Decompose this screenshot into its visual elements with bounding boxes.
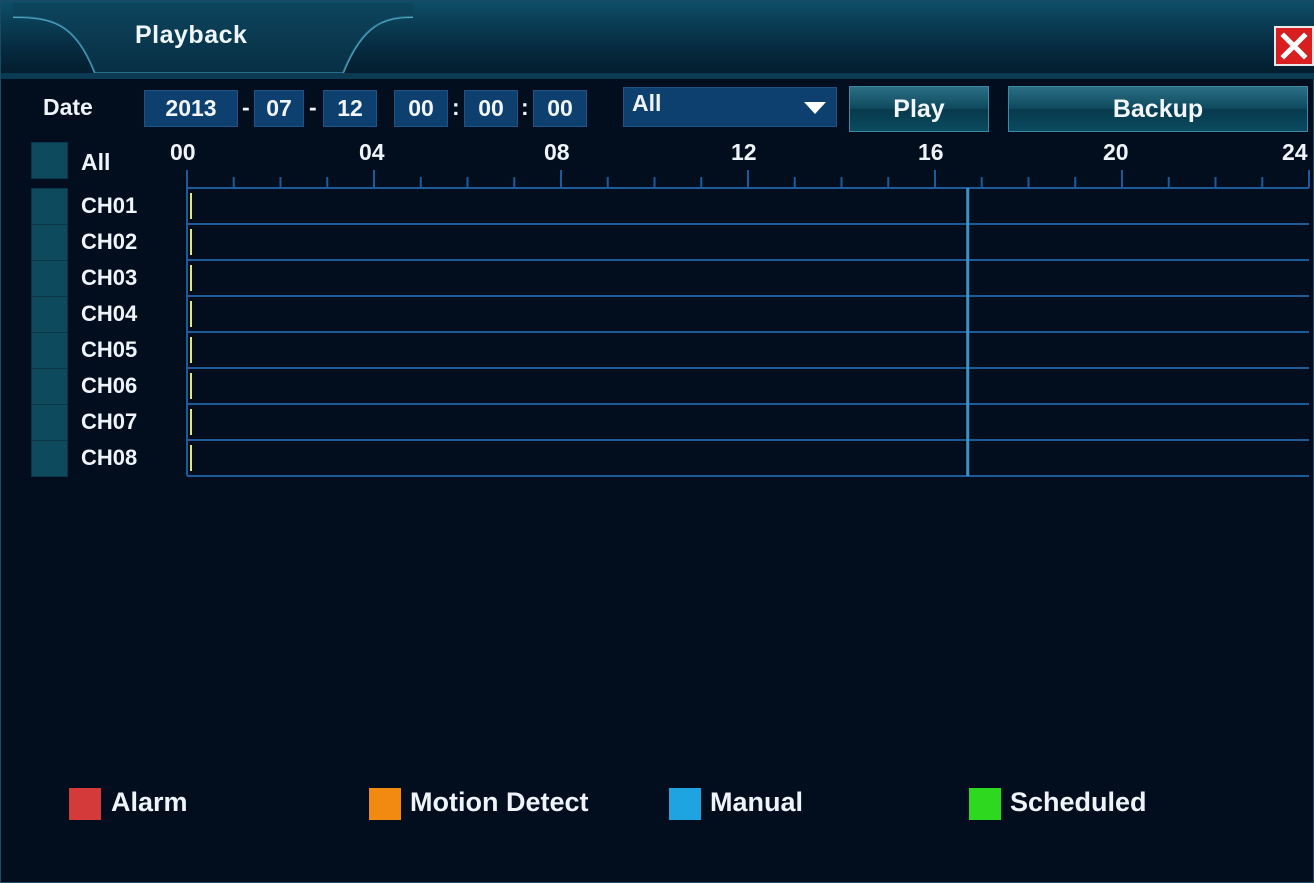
channel-label: CH05 <box>81 337 138 362</box>
channel-checkbox-ch07[interactable] <box>31 404 68 441</box>
record-type-value: All <box>632 90 662 116</box>
legend-label-motion: Motion Detect <box>410 787 589 817</box>
second-field[interactable]: 00 <box>533 90 587 127</box>
channel-checkbox-ch02[interactable] <box>31 224 68 261</box>
caret-down-icon <box>804 102 826 114</box>
channel-checkbox-ch05[interactable] <box>31 332 68 369</box>
channel-label: CH06 <box>81 373 138 398</box>
channel-label: CH02 <box>81 229 138 254</box>
title-divider <box>1 73 1314 79</box>
time-separator: : <box>521 94 529 120</box>
legend-swatch-manual <box>669 788 701 820</box>
legend-swatch-motion <box>369 788 401 820</box>
date-label: Date <box>43 94 93 120</box>
channel-checkbox-ch08[interactable] <box>31 440 68 477</box>
time-separator: : <box>452 94 460 120</box>
timeline-grid[interactable] <box>1 161 1314 486</box>
backup-button[interactable]: Backup <box>1008 86 1308 132</box>
legend-label-alarm: Alarm <box>111 787 188 817</box>
channel-checkbox-ch06[interactable] <box>31 368 68 405</box>
close-icon <box>1280 32 1308 60</box>
legend-label-scheduled: Scheduled <box>1010 787 1147 817</box>
month-field[interactable]: 07 <box>254 90 304 127</box>
close-button[interactable] <box>1274 26 1314 66</box>
window-title: Playback <box>135 21 248 49</box>
minute-field[interactable]: 00 <box>464 90 518 127</box>
channel-label: CH03 <box>81 265 138 290</box>
legend-swatch-alarm <box>69 788 101 820</box>
legend-swatch-scheduled <box>969 788 1001 820</box>
channel-checkbox-ch04[interactable] <box>31 296 68 333</box>
day-field[interactable]: 12 <box>323 90 377 127</box>
date-separator: - <box>309 94 317 120</box>
record-type-select[interactable]: All <box>623 87 837 127</box>
channel-label: CH04 <box>81 301 138 326</box>
channel-label: CH08 <box>81 445 138 470</box>
channel-label: CH07 <box>81 409 138 434</box>
channel-label: CH01 <box>81 193 138 218</box>
channel-checkbox-ch01[interactable] <box>31 188 68 225</box>
date-separator: - <box>242 94 250 120</box>
year-field[interactable]: 2013 <box>144 90 238 127</box>
hour-field[interactable]: 00 <box>394 90 448 127</box>
playback-window: Playback Date 2013 - 07 - 12 00 : 00 : 0… <box>0 0 1314 883</box>
legend-label-manual: Manual <box>710 787 804 817</box>
title-bar: Playback <box>1 1 1314 79</box>
channel-checkbox-ch03[interactable] <box>31 260 68 297</box>
play-button[interactable]: Play <box>849 86 989 132</box>
